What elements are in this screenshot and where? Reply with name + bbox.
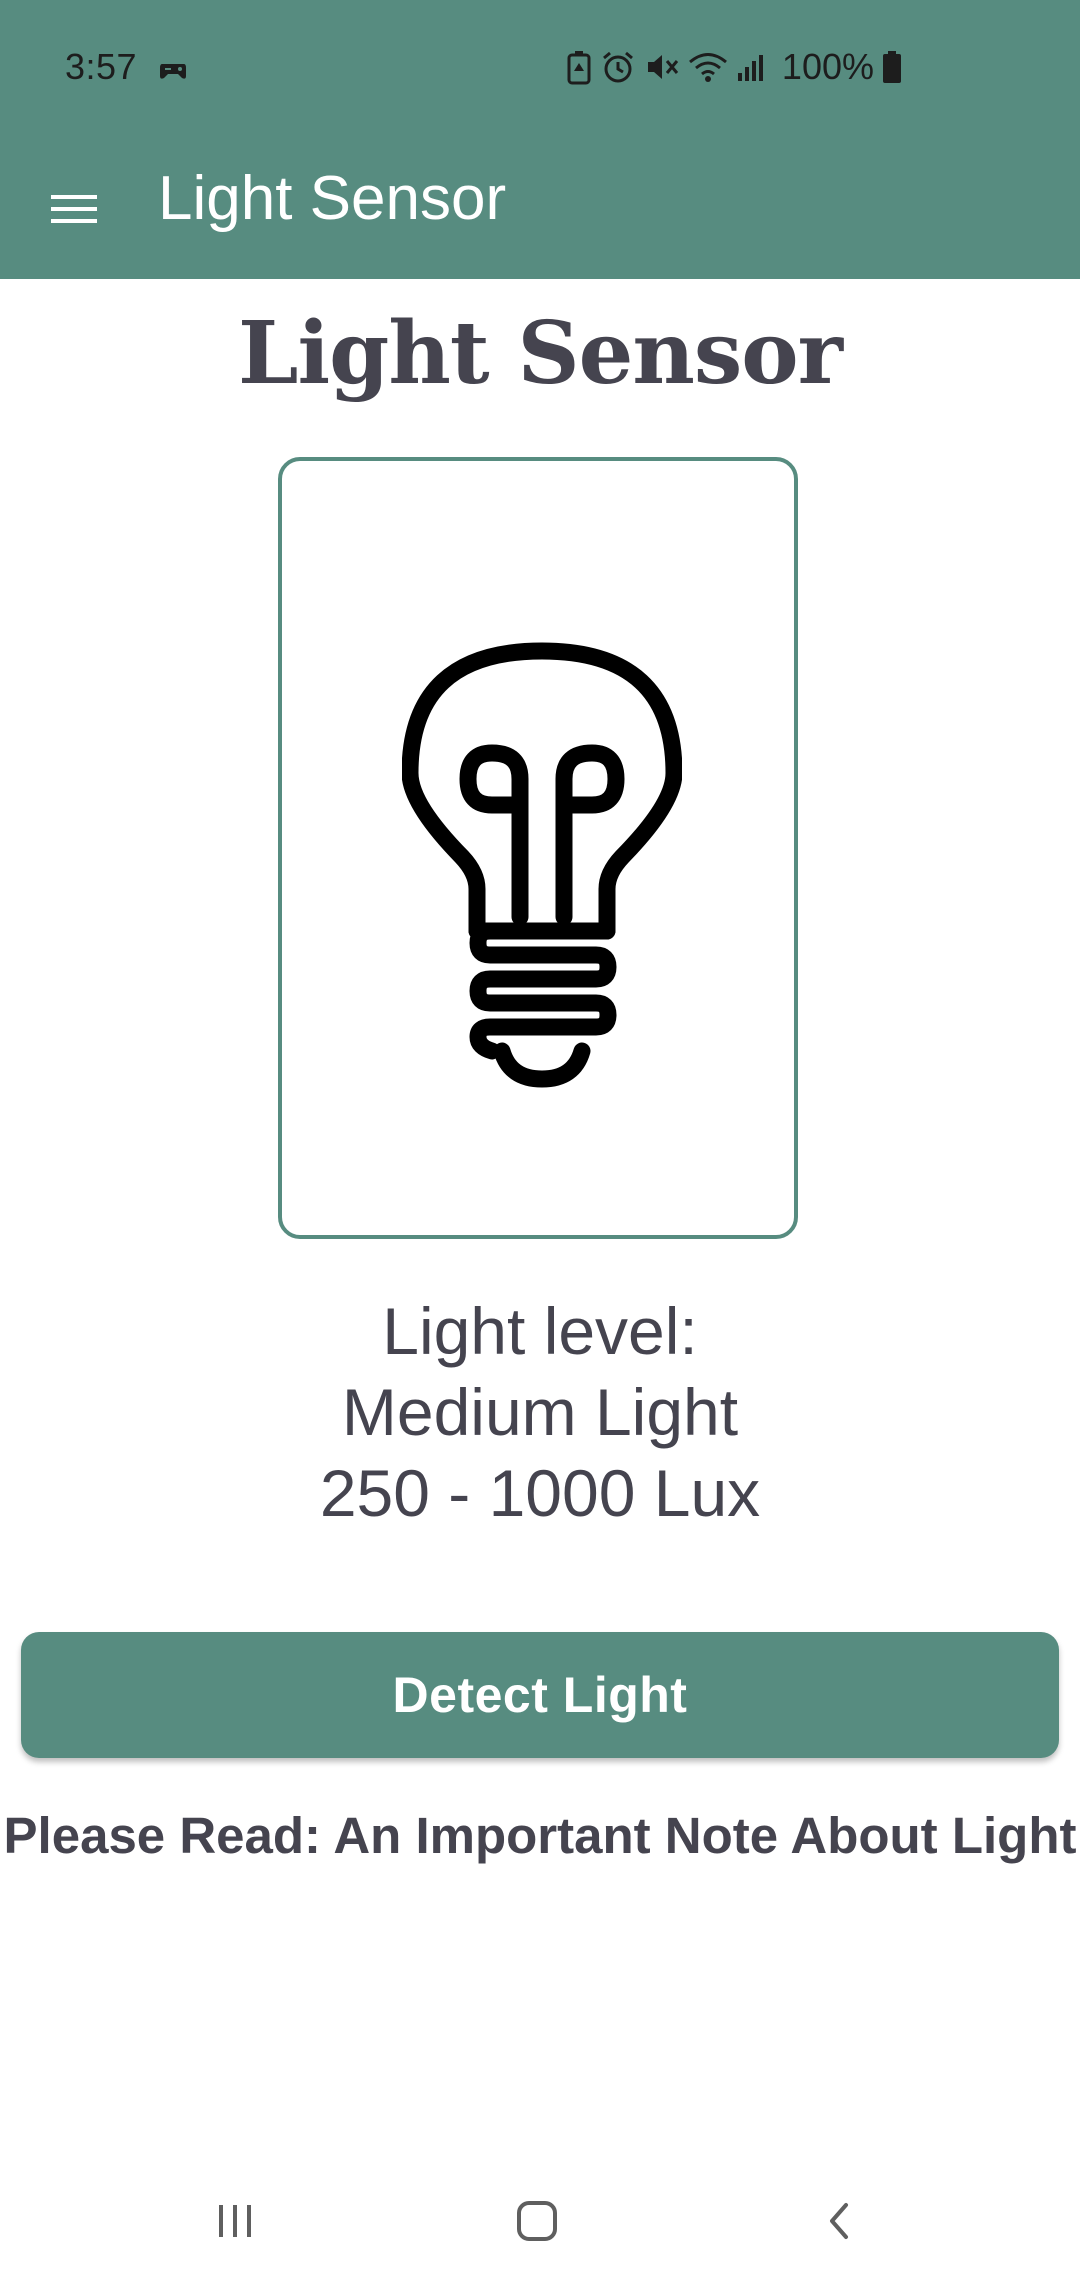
status-icons: 100%: [566, 46, 902, 88]
wifi-icon: [688, 49, 728, 85]
mute-icon: [644, 49, 680, 85]
hamburger-menu-icon[interactable]: [36, 171, 112, 247]
important-note-link[interactable]: Please Read: An Important Note About Lig…: [0, 1806, 1080, 1865]
battery-percentage: 100%: [781, 46, 874, 87]
home-icon[interactable]: [502, 2186, 572, 2256]
toolbar: Light Sensor: [0, 135, 1080, 279]
light-level-name: Medium Light: [341, 1375, 739, 1449]
app-bar: 3:57 100% Light Sensor: [0, 0, 1080, 279]
signal-icon: [736, 49, 768, 85]
status-time: 3:57: [65, 46, 138, 87]
recents-icon[interactable]: [200, 2186, 270, 2256]
page-title: Light Sensor: [238, 303, 843, 404]
battery-saver-icon: [566, 49, 592, 85]
system-nav-bar: [0, 2160, 1080, 2280]
toolbar-title: Light Sensor: [158, 164, 507, 233]
status-bar: 3:57 100%: [0, 0, 1080, 135]
light-level-label: Light level:: [382, 1294, 698, 1368]
battery-icon: [882, 49, 902, 85]
detect-light-button[interactable]: Detect Light: [21, 1632, 1059, 1758]
light-level-range: 250 - 1000 Lux: [319, 1456, 761, 1530]
light-bulb-icon: [402, 642, 682, 1088]
back-icon[interactable]: [805, 2186, 875, 2256]
alarm-icon: [600, 49, 636, 85]
bulb-card: [278, 457, 798, 1239]
game-controller-icon: [156, 52, 192, 88]
